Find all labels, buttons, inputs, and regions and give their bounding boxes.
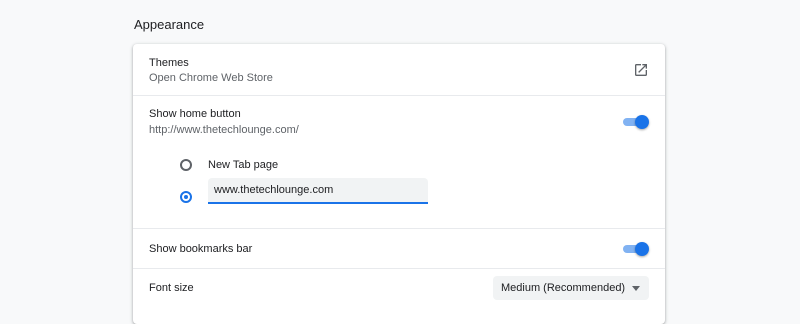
themes-label: Themes [149,57,189,69]
appearance-settings-card: Themes Open Chrome Web Store Show home b… [133,44,665,324]
home-button-url: http://www.thetechlounge.com/ [149,124,299,136]
font-size-label: Font size [149,282,194,294]
dropdown-arrow-icon [632,286,640,291]
toggle-knob [635,242,649,256]
home-button-label: Show home button [149,108,241,120]
bookmarks-bar-toggle[interactable] [623,242,649,256]
open-in-new-icon[interactable] [633,62,649,78]
toggle-knob [635,115,649,129]
home-button-row: Show home button http://www.thetechloung… [133,95,665,228]
font-size-selected-value: Medium (Recommended) [501,282,626,294]
custom-home-url-input[interactable] [208,178,428,204]
radio-custom-url[interactable] [180,191,192,203]
section-title-appearance: Appearance [134,17,205,32]
font-size-select[interactable]: Medium (Recommended) [493,276,649,300]
radio-new-tab-page-label[interactable]: New Tab page [208,159,278,171]
bookmarks-bar-row[interactable]: Show bookmarks bar [133,228,665,268]
themes-sublabel: Open Chrome Web Store [149,72,273,84]
radio-new-tab-page[interactable] [180,159,192,171]
themes-row[interactable]: Themes Open Chrome Web Store [133,44,665,95]
home-button-toggle[interactable] [623,115,649,129]
bookmarks-bar-label: Show bookmarks bar [149,243,253,255]
